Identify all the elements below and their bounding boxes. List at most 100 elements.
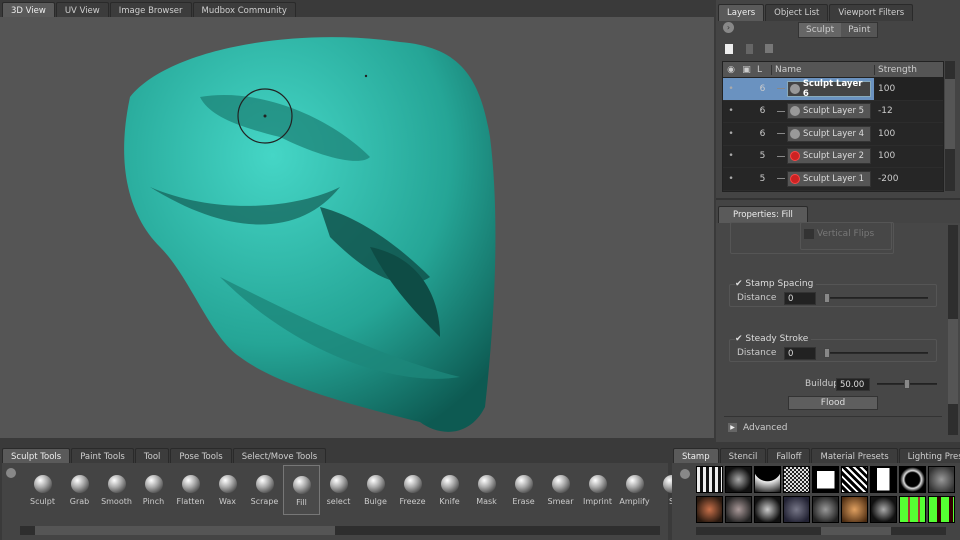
steady-distance-slider[interactable] (824, 348, 928, 358)
stamp-thumbnail[interactable] (841, 496, 868, 523)
merge-layer-icon[interactable] (765, 44, 773, 53)
tool-grab[interactable]: Grab (61, 465, 98, 515)
stamp-thumbnail[interactable] (754, 466, 781, 493)
visibility-dot-icon[interactable]: • (723, 151, 739, 161)
stamp-distance-slider[interactable] (824, 293, 928, 303)
steady-stroke-label: Steady Stroke (745, 334, 809, 344)
column-name: Name (771, 64, 874, 75)
layer-row[interactable]: • 6 Sculpt Layer 4 100 (723, 123, 943, 146)
tool-imprint[interactable]: Imprint (579, 465, 616, 515)
tool-pinch[interactable]: Pinch (135, 465, 172, 515)
stamp-distance-input[interactable]: 0 (784, 292, 816, 305)
sculpt-layer-red-icon (790, 151, 800, 162)
layer-row[interactable]: • 5 Sculpt Layer 1 -200 (723, 168, 943, 191)
layer-row[interactable]: • 5 Sculpt Layer 2 100 (723, 145, 943, 168)
layer-strength[interactable]: 100 (874, 151, 943, 161)
tool-label: Flatten (176, 497, 205, 506)
layer-strength[interactable]: 100 (874, 78, 943, 100)
tool-label: select (326, 497, 351, 506)
tool-scrape[interactable]: Scrape (246, 465, 283, 515)
3d-viewport[interactable] (0, 17, 714, 438)
tool-sculpt[interactable]: Sculpt (24, 465, 61, 515)
tab-object-list[interactable]: Object List (765, 4, 829, 21)
sculpt-layer-red-icon (790, 173, 800, 184)
tool-smooth[interactable]: Smooth (98, 465, 135, 515)
layer-name[interactable]: Sculpt Layer 2 (787, 148, 871, 165)
tools-scrollbar[interactable] (20, 526, 660, 535)
stamp-thumbnail[interactable] (783, 496, 810, 523)
tool-select[interactable]: select (320, 465, 357, 515)
vertical-flips-checkbox[interactable] (804, 229, 814, 239)
tray-menu-icon[interactable] (6, 468, 16, 478)
tool-label: Freeze (399, 497, 426, 506)
layer-row[interactable]: • 6 Sculpt Layer 5 -12 (723, 100, 943, 123)
pinch-tool-icon (144, 475, 163, 493)
stamp-menu-icon[interactable] (680, 469, 690, 479)
buildup-input[interactable]: 50.00 (836, 378, 870, 391)
visibility-dot-icon[interactable]: • (723, 106, 739, 116)
layer-name[interactable]: Sculpt Layer 1 (787, 170, 871, 187)
stamp-thumbnail[interactable] (783, 466, 810, 493)
layer-row[interactable]: • 6 Sculpt Layer 6 100 (723, 78, 943, 101)
tool-flatten[interactable]: Flatten (172, 465, 209, 515)
sculpt-mode-button[interactable]: Sculpt (799, 23, 842, 37)
visibility-dot-icon[interactable]: • (723, 174, 739, 184)
stamp-thumbnail[interactable] (696, 466, 723, 493)
stamp-thumbnail[interactable] (870, 466, 897, 493)
advanced-section[interactable]: Advanced (743, 423, 787, 433)
tool-label: Erase (512, 497, 535, 506)
layer-strength[interactable]: -12 (874, 106, 943, 116)
tool-label: Mask (476, 497, 497, 506)
tool-amplify[interactable]: Amplify (616, 465, 653, 515)
buildup-slider[interactable] (877, 379, 937, 389)
layer-strength[interactable]: -200 (874, 174, 943, 184)
stamp-thumbnail[interactable] (812, 466, 839, 493)
steady-distance-input[interactable]: 0 (784, 347, 816, 360)
stamp-thumbnail[interactable] (899, 496, 926, 523)
steady-stroke-checkbox[interactable]: ✔ Steady Stroke (735, 334, 812, 344)
stamp-thumbnail[interactable] (928, 496, 955, 523)
tool-label: Amplify (619, 497, 650, 506)
tool-bulge[interactable]: Bulge (357, 465, 394, 515)
layer-strength[interactable]: 100 (874, 129, 943, 139)
stamp-thumbnail[interactable] (841, 466, 868, 493)
advanced-expand-icon[interactable]: ▶ (728, 423, 737, 432)
stamp-thumbnail[interactable] (725, 466, 752, 493)
stamps-scrollbar[interactable] (696, 527, 946, 535)
delete-layer-icon[interactable] (746, 44, 753, 54)
grab-tool-icon (70, 475, 89, 493)
expand-icon[interactable]: › (723, 22, 734, 33)
layers-scrollbar[interactable] (945, 61, 955, 191)
layer-name[interactable]: Sculpt Layer 4 (787, 125, 871, 142)
visibility-dot-icon[interactable]: • (723, 129, 739, 139)
tool-label: Sculpt (30, 497, 55, 506)
tool-wax[interactable]: Wax (209, 465, 246, 515)
tool-knife[interactable]: Knife (431, 465, 468, 515)
stamp-thumbnail[interactable] (812, 496, 839, 523)
tab-viewport-filters[interactable]: Viewport Filters (829, 4, 914, 21)
tab-layers[interactable]: Layers (718, 4, 765, 21)
stamp-spacing-checkbox[interactable]: ✔ Stamp Spacing (735, 279, 817, 289)
layer-name[interactable]: Sculpt Layer 6 (787, 79, 871, 99)
paint-mode-button[interactable]: Paint (841, 23, 877, 37)
stamp-thumbnail[interactable] (754, 496, 781, 523)
tab-properties-fill[interactable]: Properties: Fill (718, 206, 808, 223)
visibility-dot-icon[interactable]: • (723, 84, 739, 94)
stamp-thumbnail[interactable] (928, 466, 955, 493)
new-layer-icon[interactable] (725, 44, 733, 54)
layer-name[interactable]: Sculpt Layer 5 (787, 103, 871, 120)
flood-button[interactable]: Flood (788, 396, 878, 410)
tool-fill[interactable]: Fill (283, 465, 320, 515)
stamp-thumbnail[interactable] (899, 466, 926, 493)
flatten-tool-icon (181, 475, 200, 493)
stamp-thumbnail[interactable] (870, 496, 897, 523)
tool-smear[interactable]: Smear (542, 465, 579, 515)
stamp-thumbnail[interactable] (725, 496, 752, 523)
tool-label: Fill (296, 498, 307, 507)
tool-freeze[interactable]: Freeze (394, 465, 431, 515)
stamp-thumbnail[interactable] (696, 496, 723, 523)
tool-mask[interactable]: Mask (468, 465, 505, 515)
tool-erase[interactable]: Erase (505, 465, 542, 515)
tool-label: Bulge (364, 497, 387, 506)
properties-scrollbar[interactable] (948, 225, 958, 435)
